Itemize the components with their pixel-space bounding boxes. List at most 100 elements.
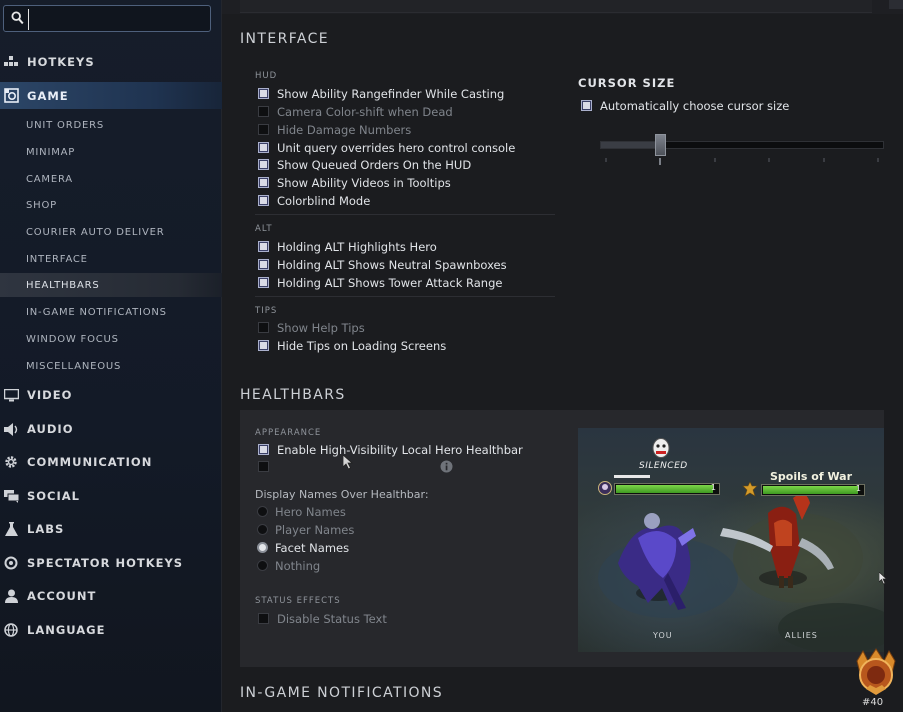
silence-duration-bar: [614, 475, 650, 478]
sidebar-item-communication[interactable]: COMMUNICATION: [0, 449, 222, 475]
sidebar-item-social[interactable]: SOCIAL: [0, 483, 222, 509]
sidebar-item-healthbars[interactable]: HEALTHBARS: [0, 273, 222, 297]
chat-icon: [3, 488, 19, 504]
sidebar-item-audio[interactable]: AUDIO: [0, 416, 222, 442]
slider-tick: [768, 158, 771, 162]
sidebar-item-labs[interactable]: LABS: [0, 516, 222, 542]
previous-panel-edge: [222, 0, 903, 14]
option-label: Hide Tips on Loading Screens: [277, 338, 447, 353]
radio-hero-names[interactable]: Hero Names: [257, 503, 346, 520]
sidebar-item-minimap[interactable]: MINIMAP: [0, 140, 222, 164]
radio-button[interactable]: [257, 524, 268, 535]
search-box[interactable]: [3, 5, 211, 32]
option-label: Holding ALT Shows Tower Attack Range: [277, 275, 503, 290]
option-auto-cursor-size[interactable]: Automatically choose cursor size: [581, 97, 789, 114]
option-disable-status-text[interactable]: Disable Status Text: [258, 610, 387, 627]
option-label: Holding ALT Highlights Hero: [277, 239, 437, 254]
checkbox[interactable]: [581, 100, 592, 111]
sidebar-item-camera[interactable]: CAMERA: [0, 167, 222, 191]
option-ability-rangefinder[interactable]: Show Ability Rangefinder While Casting: [258, 85, 504, 102]
close-button[interactable]: [889, 0, 903, 9]
sidebar-item-video[interactable]: VIDEO: [0, 382, 222, 408]
checkbox[interactable]: [258, 177, 269, 188]
radio-player-names[interactable]: Player Names: [257, 521, 354, 538]
checkbox[interactable]: [258, 259, 269, 270]
sidebar-item-account[interactable]: ACCOUNT: [0, 583, 222, 609]
checkbox[interactable]: [258, 322, 269, 333]
sidebar: HOTKEYS GAME UNIT ORDERS MINIMAP CAMERA …: [0, 0, 222, 712]
sidebar-item-label: MISCELLANEOUS: [26, 360, 122, 372]
option-alt-highlights-hero[interactable]: Holding ALT Highlights Hero: [258, 238, 437, 255]
checkbox[interactable]: [258, 277, 269, 288]
checkbox[interactable]: [258, 241, 269, 252]
you-label: YOU: [653, 631, 673, 640]
checkbox[interactable]: [258, 88, 269, 99]
pointer-cursor-icon: [879, 572, 888, 585]
sidebar-item-spectator-hotkeys[interactable]: SPECTATOR HOTKEYS: [0, 550, 222, 576]
radio-button[interactable]: [257, 560, 268, 571]
option-colorblind-mode[interactable]: Colorblind Mode: [258, 192, 370, 209]
option-alt-tower-attack-range[interactable]: Holding ALT Shows Tower Attack Range: [258, 274, 502, 291]
sidebar-item-game[interactable]: GAME: [0, 82, 222, 109]
sidebar-item-label: WINDOW FOCUS: [26, 333, 119, 345]
radio-button[interactable]: [257, 542, 268, 553]
sidebar-item-in-game-notifications[interactable]: IN-GAME NOTIFICATIONS: [0, 300, 222, 324]
flask-icon: [3, 521, 19, 537]
option-unlabeled-checkbox[interactable]: [258, 458, 277, 475]
rank-medal-icon[interactable]: [851, 647, 901, 697]
mouse-cursor-icon: [343, 455, 354, 470]
sidebar-item-miscellaneous[interactable]: MISCELLANEOUS: [0, 354, 222, 378]
checkbox[interactable]: [258, 613, 269, 624]
option-hide-tips-loading[interactable]: Hide Tips on Loading Screens: [258, 337, 446, 354]
checkbox[interactable]: [258, 106, 269, 117]
radio-nothing[interactable]: Nothing: [257, 557, 320, 574]
info-icon[interactable]: [440, 460, 453, 473]
ally-health-fill: [763, 486, 858, 494]
option-high-visibility-healthbar[interactable]: Enable High-Visibility Local Hero Health…: [258, 441, 523, 458]
sidebar-item-interface[interactable]: INTERFACE: [0, 247, 222, 271]
option-show-queued-orders[interactable]: Show Queued Orders On the HUD: [258, 156, 471, 173]
silenced-label: SILENCED: [639, 461, 688, 471]
search-icon: [11, 11, 24, 25]
search-input[interactable]: [28, 9, 208, 30]
divider: [255, 296, 555, 297]
sidebar-item-label: AUDIO: [27, 422, 74, 436]
option-label: Unit query overrides hero control consol…: [277, 140, 516, 155]
checkbox[interactable]: [258, 142, 269, 153]
speaker-icon: [3, 421, 19, 437]
sidebar-item-shop[interactable]: SHOP: [0, 193, 222, 217]
checkbox[interactable]: [258, 159, 269, 170]
option-label: Camera Color-shift when Dead: [277, 104, 453, 119]
gear-icon: [3, 454, 19, 470]
sidebar-item-hotkeys[interactable]: HOTKEYS: [0, 49, 222, 75]
sidebar-item-label: SOCIAL: [27, 489, 81, 503]
option-label: Show Queued Orders On the HUD: [277, 157, 472, 172]
option-unit-query-overrides[interactable]: Unit query overrides hero control consol…: [258, 139, 515, 156]
in-game-notifications-section-title: IN-GAME NOTIFICATIONS: [240, 685, 444, 701]
cursor-size-slider[interactable]: [600, 141, 884, 149]
sidebar-item-language[interactable]: LANGUAGE: [0, 617, 222, 643]
sidebar-item-label: IN-GAME NOTIFICATIONS: [26, 306, 167, 318]
radio-button[interactable]: [257, 506, 268, 517]
checkbox[interactable]: [258, 195, 269, 206]
settings-content[interactable]: INTERFACE HUD Show Ability Rangefinder W…: [222, 0, 903, 712]
option-show-ability-videos[interactable]: Show Ability Videos in Tooltips: [258, 174, 451, 191]
option-hide-damage-numbers[interactable]: Hide Damage Numbers: [258, 121, 411, 138]
checkbox[interactable]: [258, 461, 269, 472]
checkbox[interactable]: [258, 124, 269, 135]
slider-handle[interactable]: [654, 134, 666, 156]
checkbox[interactable]: [258, 444, 269, 455]
checkbox[interactable]: [258, 340, 269, 351]
sidebar-item-label: SHOP: [26, 199, 57, 211]
sidebar-item-courier-auto-deliver[interactable]: COURIER AUTO DELIVER: [0, 220, 222, 244]
sidebar-item-unit-orders[interactable]: UNIT ORDERS: [0, 113, 222, 137]
option-label: Facet Names: [275, 540, 350, 555]
sidebar-item-window-focus[interactable]: WINDOW FOCUS: [0, 327, 222, 351]
option-show-help-tips[interactable]: Show Help Tips: [258, 319, 365, 336]
option-label: Disable Status Text: [277, 611, 387, 626]
radio-facet-names[interactable]: Facet Names: [257, 539, 349, 556]
slider-tick: [877, 158, 879, 162]
option-alt-neutral-spawnboxes[interactable]: Holding ALT Shows Neutral Spawnboxes: [258, 256, 507, 273]
option-camera-color-shift[interactable]: Camera Color-shift when Dead: [258, 103, 453, 120]
option-label: Holding ALT Shows Neutral Spawnboxes: [277, 257, 507, 272]
